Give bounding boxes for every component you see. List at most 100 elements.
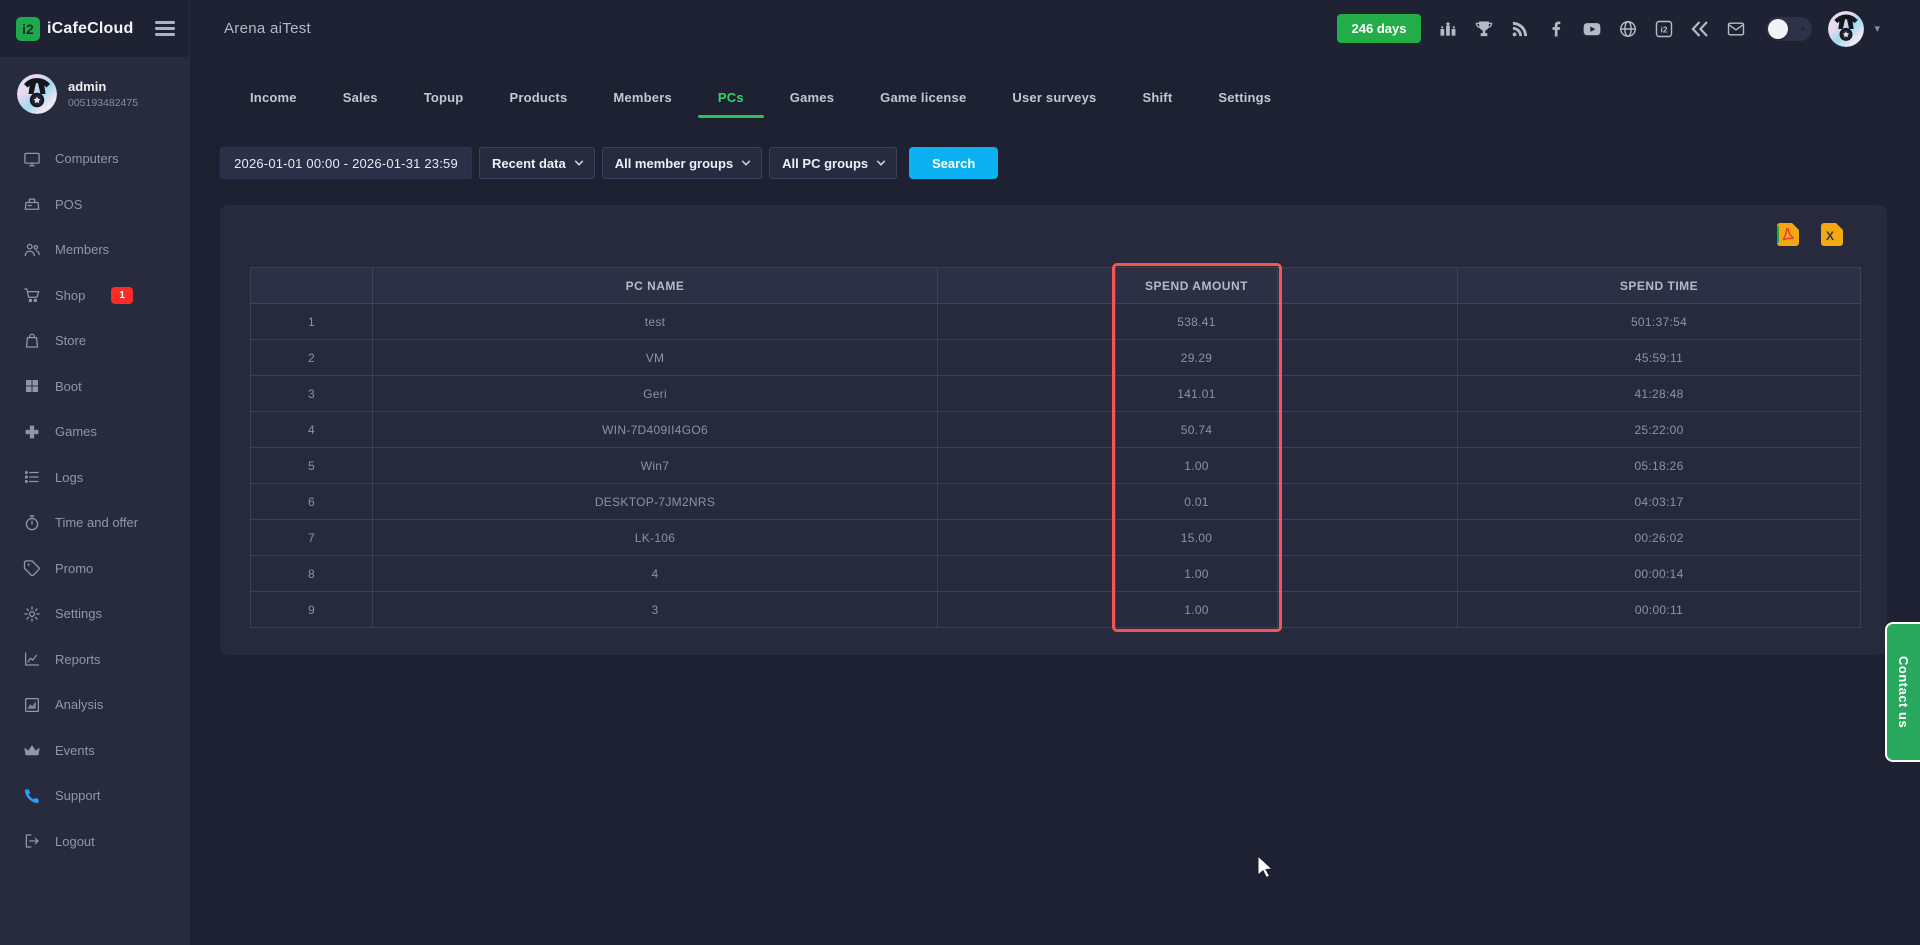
brand-logo[interactable]: i2 iCafeCloud xyxy=(16,17,133,41)
sidebar-item-support[interactable]: Support xyxy=(0,773,190,819)
spend-amount-cell: 538.41 xyxy=(1116,304,1278,340)
sidebar-item-analysis[interactable]: Analysis xyxy=(0,682,190,728)
sidebar-item-reports[interactable]: Reports xyxy=(0,637,190,683)
subscription-days-badge[interactable]: 246 days xyxy=(1337,14,1422,43)
menu-toggle-icon[interactable] xyxy=(155,18,175,40)
spend-amount-cell: 1.00 xyxy=(1116,592,1278,628)
sidebar-item-promo[interactable]: Promo xyxy=(0,546,190,592)
table-row: 931.0000:00:11 xyxy=(251,592,1861,628)
icafe-icon[interactable]: i2 xyxy=(1653,18,1674,39)
top-header: i2 iCafeCloud Arena aiTest 246 days i2 ▾ xyxy=(0,0,1920,57)
table-row: 5Win71.0005:18:26 xyxy=(251,448,1861,484)
sidebar-item-members[interactable]: Members xyxy=(0,227,190,273)
spend-time-cell: 05:18:26 xyxy=(1458,448,1861,484)
contact-us-tab[interactable]: Contact us xyxy=(1885,622,1920,762)
globe-icon[interactable] xyxy=(1617,18,1638,39)
empty-cell xyxy=(938,448,1116,484)
pos-icon xyxy=(23,195,41,213)
tab-sales[interactable]: Sales xyxy=(323,90,398,118)
theme-toggle[interactable] xyxy=(1766,17,1812,41)
pc-group-select[interactable]: All PC groups xyxy=(769,147,897,179)
row-index-cell: 7 xyxy=(251,520,373,556)
tab-pcs[interactable]: PCs xyxy=(698,90,764,118)
spend-amount-cell: 29.29 xyxy=(1116,340,1278,376)
spend-amount-cell: 1.00 xyxy=(1116,556,1278,592)
table-row: 6DESKTOP-7JM2NRS0.0104:03:17 xyxy=(251,484,1861,520)
svg-text:i2: i2 xyxy=(1660,24,1667,34)
sidebar-item-events[interactable]: Events xyxy=(0,728,190,774)
table-row: 4WIN-7D409II4GO650.7425:22:00 xyxy=(251,412,1861,448)
tab-shift[interactable]: Shift xyxy=(1122,90,1192,118)
pc-name-cell: Win7 xyxy=(373,448,938,484)
column-header-spend-time[interactable]: SPEND TIME xyxy=(1458,268,1861,304)
sidebar-item-shop[interactable]: Shop1 xyxy=(0,273,190,319)
sidebar-item-pos[interactable]: POS xyxy=(0,182,190,228)
excel-export-icon[interactable]: X xyxy=(1821,223,1843,246)
tab-products[interactable]: Products xyxy=(489,90,587,118)
tab-game-license[interactable]: Game license xyxy=(860,90,986,118)
member-group-select[interactable]: All member groups xyxy=(602,147,762,179)
empty-cell xyxy=(938,556,1116,592)
sidebar-item-label: Boot xyxy=(55,379,82,394)
layers-icon[interactable] xyxy=(1689,18,1710,39)
sidebar-item-store[interactable]: Store xyxy=(0,318,190,364)
tab-topup[interactable]: Topup xyxy=(404,90,484,118)
pc-name-cell: 4 xyxy=(373,556,938,592)
contact-us-label: Contact us xyxy=(1896,656,1911,728)
sidebar-item-games[interactable]: Games xyxy=(0,409,190,455)
trophy-icon[interactable] xyxy=(1473,18,1494,39)
chevron-down-icon xyxy=(741,158,751,168)
sidebar-item-label: Games xyxy=(55,424,97,439)
facebook-icon[interactable] xyxy=(1545,18,1566,39)
ranking-icon[interactable] xyxy=(1437,18,1458,39)
column-header-pc-name[interactable]: PC NAME xyxy=(373,268,938,304)
tab-user-surveys[interactable]: User surveys xyxy=(992,90,1116,118)
spend-time-cell: 00:26:02 xyxy=(1458,520,1861,556)
row-index-cell: 4 xyxy=(251,412,373,448)
row-index-cell: 9 xyxy=(251,592,373,628)
sidebar-item-logs[interactable]: Logs xyxy=(0,455,190,501)
sidebar-item-computers[interactable]: Computers xyxy=(0,136,190,182)
column-header-empty[interactable] xyxy=(938,268,1116,304)
sidebar-item-label: Settings xyxy=(55,606,102,621)
data-source-select[interactable]: Recent data xyxy=(479,147,595,179)
chevron-down-icon[interactable]: ▾ xyxy=(1874,22,1880,35)
empty-cell xyxy=(1278,520,1458,556)
sidebar-item-logout[interactable]: Logout xyxy=(0,819,190,865)
rss-icon[interactable] xyxy=(1509,18,1530,39)
pdf-export-icon[interactable] xyxy=(1777,223,1799,246)
sidebar-item-boot[interactable]: Boot xyxy=(0,364,190,410)
column-header-spend-amount[interactable]: SPEND AMOUNT xyxy=(1116,268,1278,304)
row-index-cell: 2 xyxy=(251,340,373,376)
settings-icon xyxy=(23,605,41,623)
pc-group-value: All PC groups xyxy=(782,156,868,171)
table-row: 2VM 29.29 45:59:11 xyxy=(251,340,1861,376)
search-button[interactable]: Search xyxy=(909,147,998,179)
computers-icon xyxy=(23,150,41,168)
boot-icon xyxy=(23,377,41,395)
column-header-empty[interactable] xyxy=(251,268,373,304)
youtube-icon[interactable] xyxy=(1581,18,1602,39)
pc-name-cell: VM xyxy=(373,340,938,376)
sidebar-item-label: Logout xyxy=(55,834,95,849)
column-header-empty[interactable] xyxy=(1278,268,1458,304)
sidebar-user-block: admin 005193482475 xyxy=(0,57,190,114)
empty-cell xyxy=(938,484,1116,520)
user-avatar[interactable] xyxy=(1828,11,1864,47)
table-row: 841.0000:00:14 xyxy=(251,556,1861,592)
tab-games[interactable]: Games xyxy=(770,90,854,118)
sidebar-item-time-and-offer[interactable]: Time and offer xyxy=(0,500,190,546)
mail-icon[interactable] xyxy=(1725,18,1746,39)
empty-cell xyxy=(1278,484,1458,520)
pc-name-cell: WIN-7D409II4GO6 xyxy=(373,412,938,448)
spend-amount-cell: 50.74 xyxy=(1116,412,1278,448)
tab-income[interactable]: Income xyxy=(230,90,317,118)
spend-time-cell: 45:59:11 xyxy=(1458,340,1861,376)
tab-settings[interactable]: Settings xyxy=(1198,90,1291,118)
spend-time-cell: 00:00:11 xyxy=(1458,592,1861,628)
tab-members[interactable]: Members xyxy=(593,90,691,118)
date-range-input[interactable]: 2026-01-01 00:00 - 2026-01-31 23:59 xyxy=(220,147,472,179)
sidebar-item-settings[interactable]: Settings xyxy=(0,591,190,637)
spend-time-cell: 501:37:54 xyxy=(1458,304,1861,340)
logs-icon xyxy=(23,468,41,486)
